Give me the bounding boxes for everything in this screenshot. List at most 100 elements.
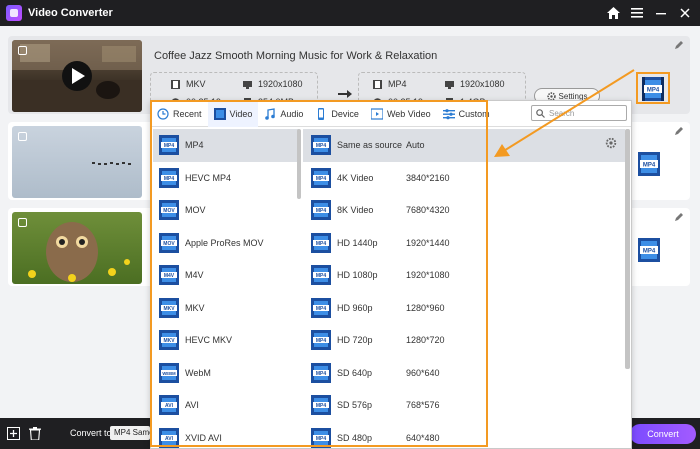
- close-icon[interactable]: [678, 6, 692, 20]
- list-item[interactable]: MP4 HD 1440p 1920*1440: [303, 227, 625, 260]
- edit-icon[interactable]: [674, 126, 684, 136]
- list-item[interactable]: MP4 HEVC MP4: [153, 162, 299, 195]
- preset-resolution: 960*640: [406, 367, 440, 378]
- list-item[interactable]: MP4 Same as source Auto: [303, 129, 625, 162]
- mov-format-icon: MOV: [159, 200, 179, 221]
- source-format: MKV: [186, 79, 206, 89]
- list-item[interactable]: WEBM WebM: [153, 357, 299, 390]
- target-format: MP4: [388, 79, 407, 89]
- add-file-icon[interactable]: [6, 426, 20, 441]
- trash-icon[interactable]: [28, 426, 42, 441]
- film-icon: [171, 79, 180, 89]
- prores-mov-format-icon: MOV: [159, 232, 179, 253]
- list-item[interactable]: AVI AVI: [153, 389, 299, 422]
- mp4-preset-icon: MP4: [311, 232, 331, 253]
- resolution-icon: [445, 80, 454, 89]
- convert-button[interactable]: Convert: [630, 424, 696, 444]
- hevc-mkv-format-icon: MKV: [159, 330, 179, 351]
- mp4-preset-icon: MP4: [311, 427, 331, 448]
- xvid-avi-format-icon: AVI: [159, 427, 179, 448]
- preset-label: HD 1440p: [337, 237, 378, 248]
- format-label: MOV: [185, 205, 206, 216]
- svg-text:MP4: MP4: [316, 273, 327, 279]
- search-placeholder: Search: [549, 108, 575, 118]
- home-icon[interactable]: [606, 6, 620, 20]
- svg-text:MOV: MOV: [163, 241, 175, 247]
- tab-recent[interactable]: Recent: [151, 101, 208, 127]
- list-item[interactable]: MP4 SD 640p 960*640: [303, 357, 625, 390]
- m4v-format-icon: M4V: [159, 265, 179, 286]
- svg-text:MP4: MP4: [316, 371, 327, 377]
- list-item[interactable]: MOV Apple ProRes MOV: [153, 227, 299, 260]
- preset-resolution: 1920*1440: [406, 237, 450, 248]
- svg-text:MP4: MP4: [316, 436, 327, 442]
- tab-video[interactable]: Video: [207, 100, 259, 127]
- mp4-preset-icon: MP4: [311, 297, 331, 318]
- gear-icon[interactable]: [605, 137, 617, 149]
- list-item[interactable]: MP4 HD 720p 1280*720: [303, 324, 625, 357]
- preset-label: HD 720p: [337, 335, 373, 346]
- preset-resolution: 1280*960: [406, 302, 445, 313]
- format-label: MP4: [185, 140, 204, 151]
- tab-label: Web Video: [386, 108, 431, 119]
- output-format-icon[interactable]: MP4: [638, 238, 660, 262]
- svg-text:MP4: MP4: [643, 249, 656, 255]
- list-item[interactable]: MP4 SD 576p 768*576: [303, 389, 625, 422]
- svg-text:MP4: MP4: [643, 163, 656, 169]
- tab-label: Video: [229, 108, 253, 119]
- list-item[interactable]: MOV MOV: [153, 194, 299, 227]
- svg-text:MP4: MP4: [164, 176, 175, 182]
- list-item[interactable]: MP4 SD 480p 640*480: [303, 422, 625, 449]
- preset-label: 8K Video: [337, 205, 374, 216]
- hevc-mp4-format-icon: MP4: [159, 167, 179, 188]
- list-item[interactable]: MKV MKV: [153, 292, 299, 325]
- format-label: HEVC MP4: [185, 172, 232, 183]
- tab-web-video[interactable]: Web Video: [365, 101, 437, 127]
- svg-text:MP4: MP4: [316, 306, 327, 312]
- list-item[interactable]: MP4 MP4: [153, 129, 299, 162]
- source-resolution: 1920x1080: [258, 79, 303, 89]
- list-item[interactable]: M4V M4V: [153, 259, 299, 292]
- edit-icon[interactable]: [674, 40, 684, 50]
- svg-text:MP4: MP4: [316, 208, 327, 214]
- target-resolution: 1920x1080: [460, 79, 505, 89]
- search-input[interactable]: Search: [531, 105, 627, 121]
- tab-custom[interactable]: Custom: [437, 101, 496, 127]
- video-title: Coffee Jazz Smooth Morning Music for Wor…: [154, 50, 438, 62]
- video-thumbnail[interactable]: [12, 212, 142, 284]
- edit-icon[interactable]: [674, 212, 684, 222]
- select-checkbox[interactable]: [18, 218, 27, 227]
- tab-audio[interactable]: Audio: [258, 101, 309, 127]
- svg-text:MP4: MP4: [316, 176, 327, 182]
- preset-label: SD 640p: [337, 367, 373, 378]
- list-item[interactable]: MP4 4K Video 3840*2160: [303, 162, 625, 195]
- select-checkbox[interactable]: [18, 46, 27, 55]
- video-thumbnail[interactable]: [12, 126, 142, 198]
- list-item[interactable]: MP4 HD 960p 1280*960: [303, 292, 625, 325]
- avi-format-icon: AVI: [159, 395, 179, 416]
- video-thumbnail[interactable]: [12, 40, 142, 112]
- preset-label: HD 960p: [337, 302, 373, 313]
- select-checkbox[interactable]: [18, 132, 27, 141]
- output-format-icon[interactable]: MP4: [638, 152, 660, 176]
- format-list-scrollbar[interactable]: [297, 129, 301, 199]
- list-item[interactable]: MKV HEVC MKV: [153, 324, 299, 357]
- output-format-icon[interactable]: MP4: [642, 77, 664, 101]
- format-label: WebM: [185, 367, 211, 378]
- mkv-format-icon: MKV: [159, 297, 179, 318]
- video-icon: [213, 107, 226, 120]
- convert-to-label: Convert to: [70, 428, 112, 438]
- preset-list-scrollbar[interactable]: [625, 129, 630, 369]
- minimize-icon[interactable]: [654, 6, 668, 20]
- list-item[interactable]: AVI XVID AVI: [153, 422, 299, 449]
- tab-label: Recent: [173, 108, 202, 119]
- search-icon: [536, 108, 545, 118]
- list-item[interactable]: MP4 HD 1080p 1920*1080: [303, 259, 625, 292]
- mp4-preset-icon: MP4: [311, 200, 331, 221]
- app-title: Video Converter: [28, 7, 113, 19]
- list-item[interactable]: MP4 8K Video 7680*4320: [303, 194, 625, 227]
- convert-to-select[interactable]: MP4 Same as source: [110, 426, 150, 440]
- svg-text:MP4: MP4: [647, 88, 660, 94]
- menu-icon[interactable]: [630, 6, 644, 20]
- tab-device[interactable]: Device: [309, 101, 365, 127]
